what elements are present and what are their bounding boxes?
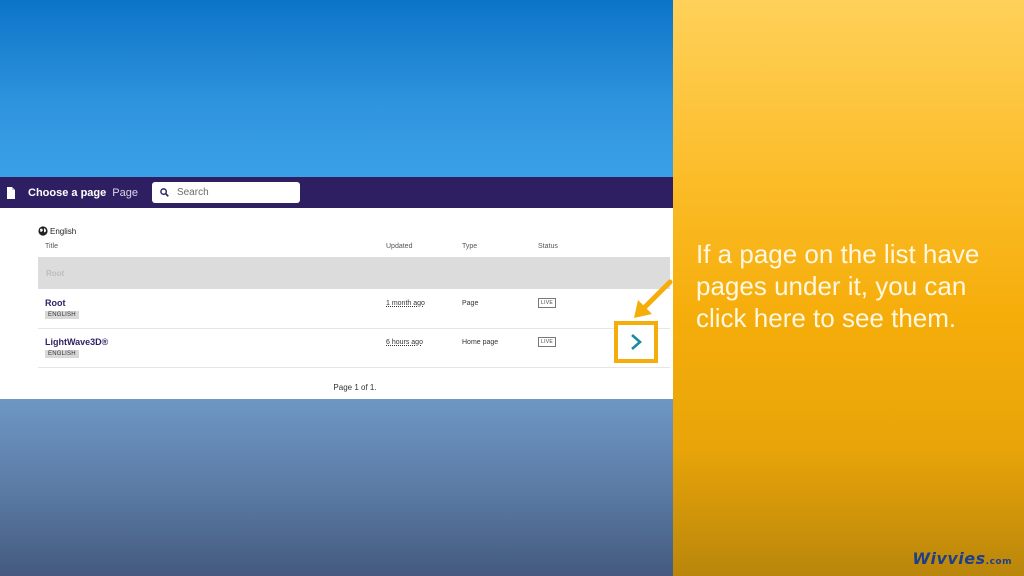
- brand-name: Wivvies: [912, 549, 986, 568]
- search-box[interactable]: [151, 182, 300, 203]
- chooser-header: Choose a page Page: [0, 177, 673, 208]
- chevron-right-icon: [631, 334, 642, 350]
- search-icon: [160, 188, 169, 197]
- chooser-title: Choose a page: [28, 186, 107, 199]
- page-type: Page: [462, 300, 479, 307]
- view-child-pages-button[interactable]: [614, 321, 658, 363]
- page-name-link[interactable]: LightWave3D®: [45, 337, 108, 347]
- page-name-link[interactable]: Root: [45, 298, 66, 308]
- status-badge: LIVE: [538, 337, 557, 347]
- column-type[interactable]: Type: [462, 243, 477, 250]
- updated-time: 6 hours ago: [386, 339, 423, 346]
- column-title[interactable]: Title: [45, 243, 58, 250]
- caption-text: If a page on the list have pages under i…: [696, 239, 980, 333]
- pagination-text: Page 1 of 1.: [333, 383, 377, 392]
- page-chooser-window: Choose a page Page English Title Updated…: [0, 177, 673, 399]
- locale-filter[interactable]: English: [38, 226, 76, 236]
- search-input[interactable]: [174, 186, 289, 199]
- parent-page-row[interactable]: Root: [38, 257, 670, 289]
- document-icon: [7, 186, 15, 199]
- chooser-subtitle: Page: [112, 186, 138, 199]
- column-status[interactable]: Status: [538, 243, 558, 250]
- language-badge: ENGLISH: [45, 311, 79, 319]
- brand-logo: Wivvies.com: [912, 549, 1012, 568]
- column-updated[interactable]: Updated: [386, 243, 412, 250]
- parent-page-label: Root: [46, 269, 65, 278]
- globe-icon: [38, 226, 48, 236]
- table-row[interactable]: Root ENGLISH 1 month ago Page LIVE: [38, 290, 670, 329]
- locale-label: English: [50, 226, 77, 236]
- language-badge: ENGLISH: [45, 350, 79, 358]
- arrow-callout-icon: [634, 279, 673, 318]
- status-badge: LIVE: [538, 298, 557, 308]
- page-type: Home page: [462, 339, 499, 346]
- caption-panel: If a page on the list have pages under i…: [673, 0, 1024, 576]
- updated-time: 1 month ago: [386, 300, 425, 307]
- brand-suffix: .com: [985, 557, 1012, 567]
- table-row[interactable]: LightWave3D® ENGLISH 6 hours ago Home pa…: [38, 329, 670, 368]
